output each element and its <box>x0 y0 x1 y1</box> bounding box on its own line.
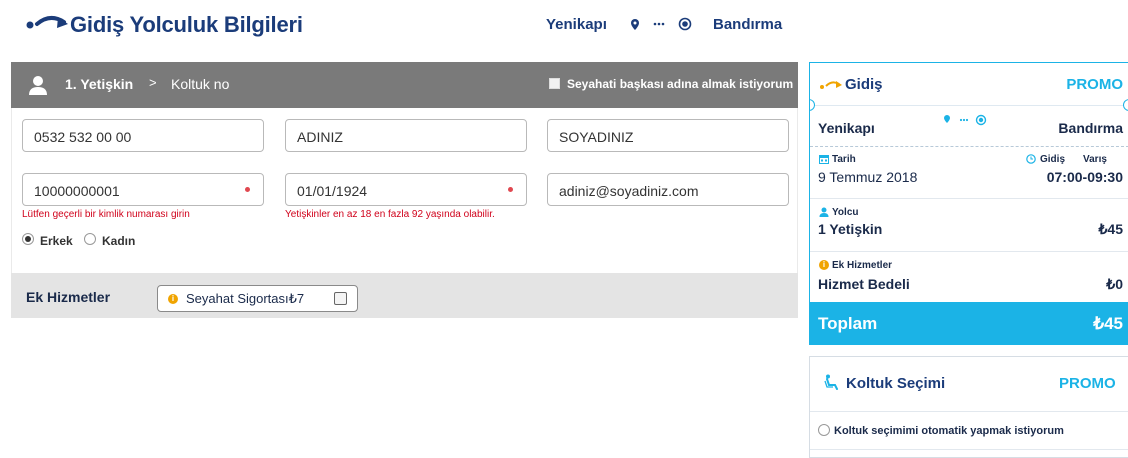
info-icon: i <box>168 294 178 304</box>
last-name-field[interactable]: SOYADINIZ <box>547 119 789 152</box>
passenger-section: Yolcu 1 Yetişkin ₺45 <box>810 199 1128 252</box>
travel-insurance-option[interactable]: i Seyahat Sigortası₺7 <box>157 285 358 312</box>
passenger-label: Yolcu <box>832 207 859 218</box>
trip-times: 07:00-09:30 <box>1046 169 1123 185</box>
passenger-count: 1 Yetişkin <box>818 221 883 237</box>
seat-number-label: Koltuk no <box>171 76 230 92</box>
gender-male-radio[interactable] <box>22 233 34 245</box>
auto-seat-radio[interactable] <box>818 424 830 436</box>
arrival-label: Varış <box>1083 154 1107 165</box>
email-field[interactable]: adiniz@soyadiniz.com <box>547 173 789 206</box>
id-number-error: Lütfen geçerli bir kimlik numarası girin <box>22 209 190 220</box>
route-path-icon <box>944 114 987 126</box>
chevron-right-icon: > <box>149 75 157 90</box>
route-arrival-port: Bandırma <box>1058 120 1123 136</box>
trip-summary-header: Gidiş PROMO <box>810 63 1128 105</box>
seat-selection-card: Koltuk Seçimi PROMO Koltuk seçimimi otom… <box>809 356 1128 458</box>
total-label: Toplam <box>818 314 878 333</box>
promo-badge: PROMO <box>1059 375 1116 392</box>
gender-female-radio[interactable] <box>84 233 96 245</box>
calendar-icon <box>819 155 829 164</box>
required-indicator <box>245 187 250 192</box>
id-number-value: 10000000001 <box>34 183 120 199</box>
service-fee-label: Hizmet Bedeli <box>818 276 910 292</box>
birth-date-field[interactable]: 01/01/1924 <box>285 173 527 206</box>
passenger-header: 1. Yetişkin > Koltuk no Seyahati başkası… <box>11 62 798 108</box>
clock-icon <box>1026 154 1036 164</box>
service-fee-price: ₺0 <box>1106 276 1123 292</box>
header-arrival-port: Bandırma <box>713 16 783 33</box>
other-person-label[interactable]: Seyahati başkası adına almak istiyorum <box>567 77 793 91</box>
extra-services-title: Ek Hizmetler <box>26 289 111 305</box>
required-indicator <box>508 187 513 192</box>
trip-date: 9 Temmuz 2018 <box>818 169 918 185</box>
ferry-route-arrow-icon <box>820 81 842 89</box>
divider <box>810 449 1128 450</box>
trip-summary-card: Gidiş PROMO Yenikapı Bandırma Tarih 9 Te… <box>809 62 1128 345</box>
auto-seat-label[interactable]: Koltuk seçimimi otomatik yapmak istiyoru… <box>834 425 1064 437</box>
passenger-price: ₺45 <box>1098 221 1123 237</box>
total-bar: Toplam ₺45 <box>810 302 1128 344</box>
promo-badge: PROMO <box>1066 76 1123 93</box>
user-icon <box>819 207 829 217</box>
gender-female-label[interactable]: Kadın <box>102 234 135 248</box>
birth-date-value: 01/01/1924 <box>297 183 368 199</box>
ferry-route-arrow-icon <box>26 16 68 29</box>
first-name-field[interactable]: ADINIZ <box>285 119 527 152</box>
page-header: Gidiş Yolculuk Bilgileri Yenikapı Bandır… <box>0 0 800 52</box>
header-departure-port: Yenikapı <box>546 16 607 33</box>
travel-insurance-label: Seyahat Sigortası₺7 <box>186 291 305 306</box>
page-title: Gidiş Yolculuk Bilgileri <box>70 12 303 37</box>
birth-date-error: Yetişkinler en az 18 en fazla 92 yaşında… <box>285 209 495 220</box>
trip-route: Yenikapı Bandırma <box>810 105 1128 147</box>
extra-services: Ek Hizmetler i Seyahat Sigortası₺7 <box>11 273 798 318</box>
phone-field[interactable]: 0532 532 00 00 <box>22 119 264 152</box>
user-icon <box>29 76 47 95</box>
total-price: ₺45 <box>1093 314 1123 333</box>
extras-summary-section: i Ek Hizmetler Hizmet Bedeli ₺0 <box>810 252 1128 302</box>
gender-male-label[interactable]: Erkek <box>40 234 73 248</box>
extras-summary-label: Ek Hizmetler <box>832 260 893 271</box>
seat-icon <box>824 374 838 390</box>
passenger-title: 1. Yetişkin <box>65 76 134 92</box>
departure-label: Gidiş <box>1040 154 1066 165</box>
travel-insurance-checkbox[interactable] <box>334 292 347 305</box>
seat-selection-title: Koltuk Seçimi <box>846 375 946 392</box>
id-number-field[interactable]: 10000000001 <box>22 173 264 206</box>
ticket-notch-right <box>1123 99 1128 111</box>
trip-direction-title: Gidiş <box>845 76 883 93</box>
info-icon: i <box>819 260 829 270</box>
trip-date-section: Tarih 9 Temmuz 2018 Gidiş Varış 07:00-09… <box>810 147 1128 199</box>
date-label: Tarih <box>832 154 856 165</box>
route-departure-port: Yenikapı <box>818 120 875 136</box>
route-path-icon <box>631 17 692 31</box>
divider <box>810 411 1128 412</box>
other-person-checkbox[interactable] <box>549 78 560 89</box>
passenger-form: 0532 532 00 00 ADINIZ SOYADINIZ 10000000… <box>11 108 798 273</box>
